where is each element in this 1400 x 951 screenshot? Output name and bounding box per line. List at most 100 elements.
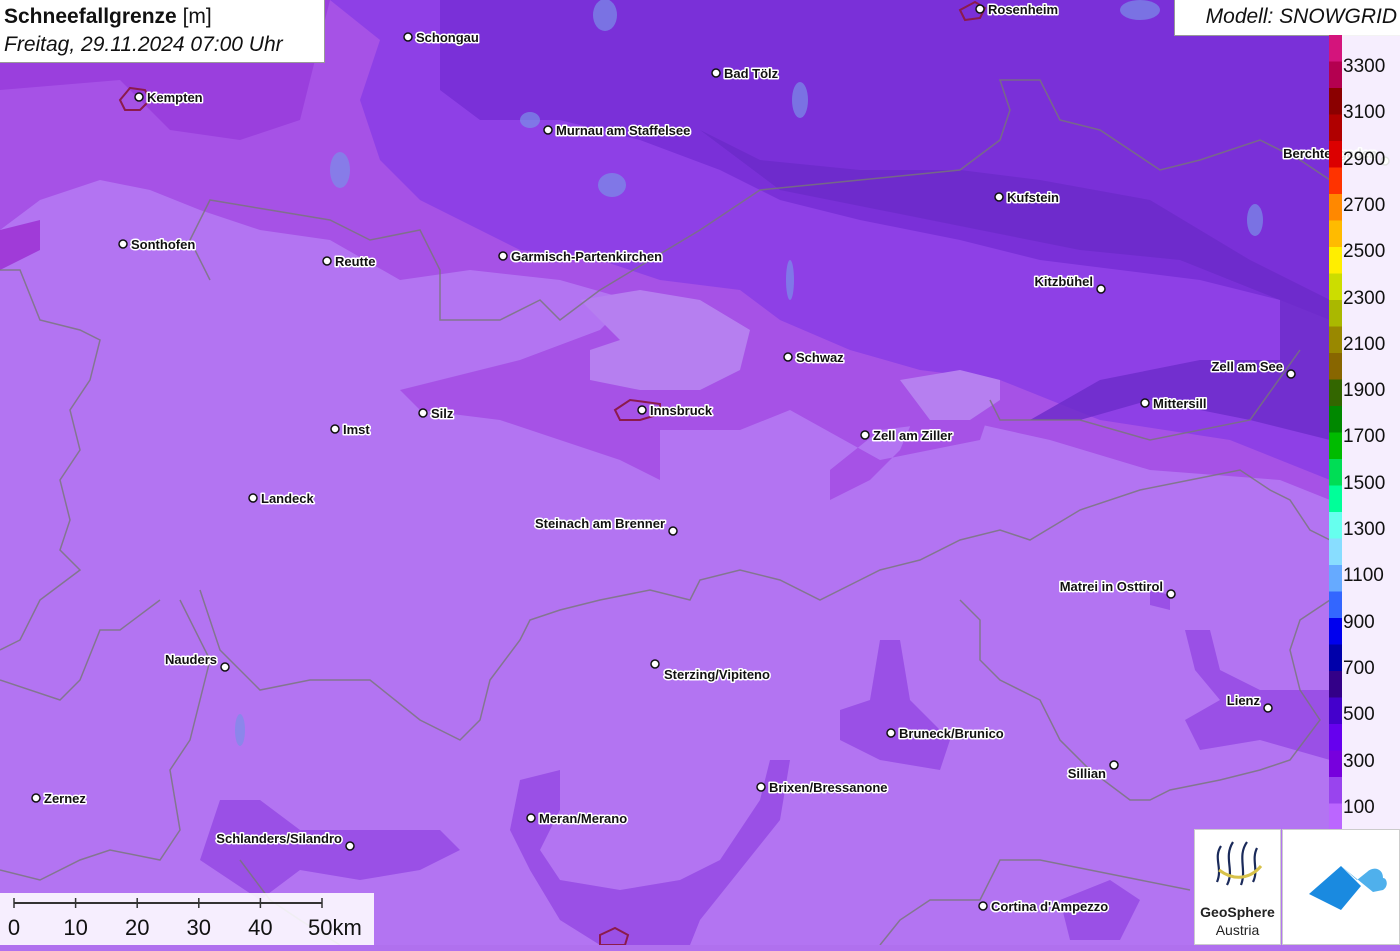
city-label[interactable]: Innsbruck bbox=[649, 402, 715, 420]
snow-cloud-logo[interactable] bbox=[1282, 829, 1400, 945]
city-label[interactable]: Lienz bbox=[1225, 692, 1262, 710]
legend-swatch bbox=[1329, 353, 1342, 380]
city-marker[interactable] bbox=[1140, 398, 1150, 408]
city-label[interactable]: Landeck bbox=[260, 490, 317, 508]
city-marker[interactable] bbox=[650, 659, 660, 669]
city-label[interactable]: Kufstein bbox=[1006, 189, 1061, 207]
scale-bar-graphic: 0 10 20 30 40 50km bbox=[8, 898, 362, 940]
legend-label: 2500 bbox=[1343, 241, 1386, 263]
city-marker[interactable] bbox=[1263, 703, 1273, 713]
legend-swatch bbox=[1329, 697, 1342, 725]
city-marker[interactable] bbox=[498, 251, 508, 261]
city-marker[interactable] bbox=[783, 352, 793, 362]
legend-label: 2900 bbox=[1343, 148, 1386, 170]
city-label[interactable]: Silz bbox=[430, 405, 456, 423]
city-label[interactable]: Meran/Merano bbox=[538, 810, 629, 828]
legend-swatch bbox=[1329, 671, 1342, 698]
city-label[interactable]: Mittersill bbox=[1152, 395, 1208, 413]
model-label: Modell: SNOWGRID bbox=[1205, 5, 1397, 28]
city-label[interactable]: Reutte bbox=[334, 253, 377, 271]
legend-label: 1700 bbox=[1343, 426, 1386, 448]
city-marker[interactable] bbox=[220, 662, 230, 672]
scale-label: 30 bbox=[187, 915, 211, 940]
city-label[interactable]: Garmisch-Partenkirchen bbox=[510, 248, 664, 266]
color-legend: 3300 3100 2900 2700 2500 2300 2100 1900 1700 1500… bbox=[1329, 35, 1400, 830]
city-label[interactable]: Bruneck/Brunico bbox=[898, 725, 1006, 743]
city-label[interactable]: Kempten bbox=[146, 89, 205, 107]
map-title-box: Schneefallgrenze [m] Freitag, 29.11.2024… bbox=[0, 0, 325, 63]
city-marker[interactable] bbox=[526, 813, 536, 823]
city-label[interactable]: Murnau am Staffelsee bbox=[555, 122, 692, 140]
legend-swatch bbox=[1329, 724, 1342, 751]
legend-swatch bbox=[1329, 194, 1342, 221]
legend-swatch bbox=[1329, 61, 1342, 89]
city-label[interactable]: Rosenheim bbox=[987, 1, 1060, 19]
scale-label: 40 bbox=[248, 915, 272, 940]
legend-swatch bbox=[1329, 538, 1342, 566]
city-marker[interactable] bbox=[860, 430, 870, 440]
city-label[interactable]: Sonthofen bbox=[130, 236, 197, 254]
model-box: Modell: SNOWGRID bbox=[1174, 0, 1400, 36]
city-marker[interactable] bbox=[418, 408, 428, 418]
scale-label: 10 bbox=[63, 915, 87, 940]
snow-line-map[interactable]: Rosenheim Schongau Bad Tölz Kempten Murnau a… bbox=[0, 0, 1400, 945]
city-marker[interactable] bbox=[134, 92, 144, 102]
city-marker[interactable] bbox=[668, 526, 678, 536]
city-marker[interactable] bbox=[1096, 284, 1106, 294]
city-marker[interactable] bbox=[711, 68, 721, 78]
snow-cloud-icon bbox=[1309, 866, 1387, 910]
city-label[interactable]: Kitzbühel bbox=[1033, 273, 1095, 291]
city-marker[interactable] bbox=[886, 728, 896, 738]
legend-label: 3300 bbox=[1343, 56, 1386, 77]
legend-swatch bbox=[1329, 273, 1342, 301]
scale-label: 0 bbox=[8, 915, 20, 940]
city-label[interactable]: Cortina d'Ampezzo bbox=[990, 898, 1110, 916]
city-marker[interactable] bbox=[756, 782, 766, 792]
city-marker[interactable] bbox=[1109, 760, 1119, 770]
legend-swatch bbox=[1329, 379, 1342, 407]
city-marker[interactable] bbox=[978, 901, 988, 911]
city-marker[interactable] bbox=[637, 405, 647, 415]
city-marker[interactable] bbox=[543, 125, 553, 135]
scale-bar: 0 10 20 30 40 50km bbox=[0, 893, 374, 945]
legend-label: 900 bbox=[1343, 611, 1375, 633]
legend-swatch bbox=[1329, 300, 1342, 327]
city-marker[interactable] bbox=[403, 32, 413, 42]
city-label[interactable]: Zell am Ziller bbox=[872, 427, 954, 445]
city-label[interactable]: Schongau bbox=[415, 29, 481, 47]
legend-swatch bbox=[1329, 247, 1342, 274]
city-marker[interactable] bbox=[994, 192, 1004, 202]
city-label[interactable]: Sterzing/Vipiteno bbox=[663, 666, 772, 684]
scale-label: 50km bbox=[308, 915, 362, 940]
city-label[interactable]: Brixen/Bressanone bbox=[768, 779, 890, 797]
city-label[interactable]: Zell am See bbox=[1210, 358, 1285, 376]
city-marker[interactable] bbox=[1286, 369, 1296, 379]
city-label[interactable]: Steinach am Brenner bbox=[533, 515, 666, 533]
city-marker[interactable] bbox=[975, 4, 985, 14]
city-marker[interactable] bbox=[31, 793, 41, 803]
city-marker[interactable] bbox=[345, 841, 355, 851]
city-marker[interactable] bbox=[1166, 589, 1176, 599]
city-label[interactable]: Matrei in Osttirol bbox=[1058, 578, 1164, 596]
legend-label: 2300 bbox=[1343, 287, 1386, 309]
city-label[interactable]: Schlanders/Silandro bbox=[215, 830, 344, 848]
legend-swatch bbox=[1329, 618, 1342, 645]
city-label[interactable]: Bad Tölz bbox=[723, 65, 781, 83]
city-label[interactable]: Schwaz bbox=[795, 349, 846, 367]
legend-color-bar bbox=[1329, 35, 1342, 830]
city-label[interactable]: Zernez bbox=[43, 790, 88, 808]
city-label[interactable]: Imst bbox=[342, 421, 372, 439]
city-marker[interactable] bbox=[330, 424, 340, 434]
legend-swatch bbox=[1329, 565, 1342, 592]
legend-swatch bbox=[1329, 220, 1342, 248]
map-title: Schneefallgrenze [m] bbox=[4, 5, 212, 28]
city-marker[interactable] bbox=[322, 256, 332, 266]
city-marker[interactable] bbox=[118, 239, 128, 249]
geosphere-logo[interactable]: GeoSphere Austria bbox=[1194, 829, 1281, 945]
city-label[interactable]: Nauders bbox=[163, 651, 218, 669]
city-marker[interactable] bbox=[248, 493, 258, 503]
city-label[interactable]: Sillian bbox=[1066, 765, 1107, 783]
legend-swatch bbox=[1329, 141, 1342, 168]
legend-label: 500 bbox=[1343, 704, 1375, 726]
legend-label: 700 bbox=[1343, 657, 1375, 679]
